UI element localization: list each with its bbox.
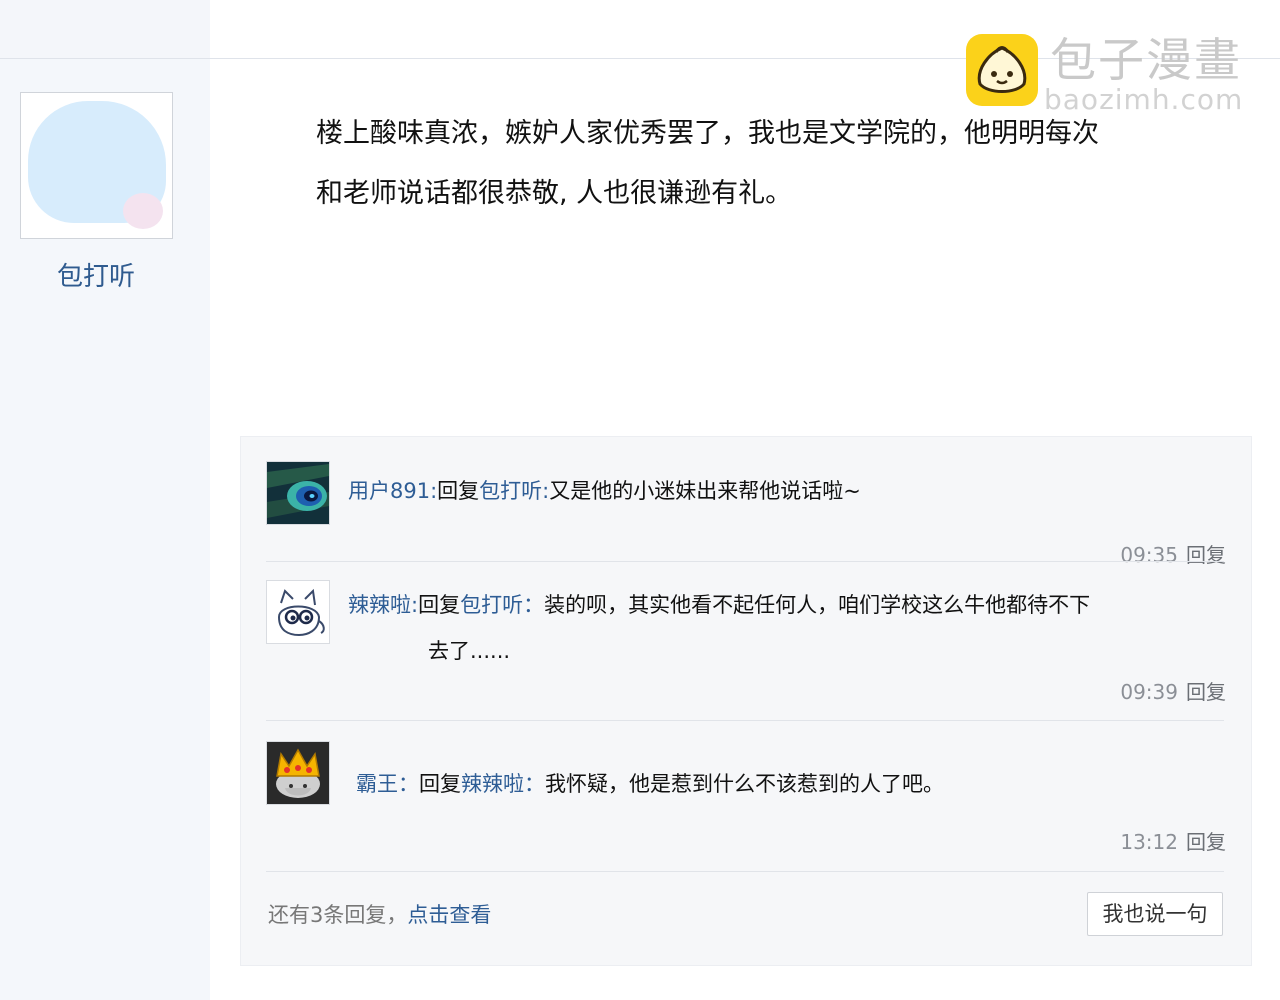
watermark: 包子漫畫 baozimh.com <box>966 34 1266 118</box>
reply-word: 回复 <box>419 772 461 796</box>
add-reply-button[interactable]: 我也说一句 <box>1087 892 1223 936</box>
reply-meta: 09:35 回复 <box>1120 539 1226 568</box>
more-replies-count: 还有3条回复， <box>268 903 408 927</box>
cartoon-cat-icon[interactable] <box>266 580 330 644</box>
reply-text-line-2: 去了...... <box>428 639 511 663</box>
watermark-en-text: baozimh.com <box>1044 83 1244 116</box>
reply-text-line-1: 我怀疑，他是惹到什么不该惹到的人了吧。 <box>545 772 944 796</box>
reply-time: 09:35 <box>1120 543 1178 567</box>
author-avatar[interactable] <box>20 92 173 239</box>
more-replies: 还有3条回复，点击查看 <box>268 899 491 929</box>
replies-box: 用户891:回复包打听:又是他的小迷妹出来帮他说话啦~ 09:35 回复 辣辣啦:… <box>240 436 1252 966</box>
reply-text-line-1: 装的呗，其实他看不起任何人，咱们学校这么牛他都待不下 <box>544 593 1091 617</box>
avatar-cheek <box>123 193 163 229</box>
author-name[interactable]: 包打听 <box>0 256 192 293</box>
reply-target-sep: ： <box>523 593 545 617</box>
reply-divider <box>266 561 1224 562</box>
reply-time: 09:39 <box>1120 680 1178 704</box>
peacock-feather-icon[interactable] <box>266 461 330 525</box>
crown-mushroom-icon[interactable] <box>266 741 330 805</box>
reply-meta: 09:39 回复 <box>1120 676 1226 705</box>
watermark-cn-text: 包子漫畫 <box>1050 33 1242 87</box>
reply-action-link[interactable]: 回复 <box>1186 680 1226 704</box>
reply-meta: 13:12 回复 <box>1120 826 1226 855</box>
reply-action-link[interactable]: 回复 <box>1186 543 1226 567</box>
reply-divider <box>266 720 1224 721</box>
baozi-logo-icon <box>966 34 1038 106</box>
reply-content: 霸王：回复辣辣啦：我怀疑，他是惹到什么不该惹到的人了吧。 <box>356 761 944 807</box>
reply-target-user[interactable]: 辣辣啦 <box>461 772 524 796</box>
reply-target-user[interactable]: 包打听 <box>479 479 542 503</box>
top-strip-left <box>0 0 210 58</box>
view-more-link[interactable]: 点击查看 <box>407 903 491 927</box>
reply-content: 辣辣啦:回复包打听：装的呗，其实他看不起任何人，咱们学校这么牛他都待不下 <box>348 582 1090 628</box>
post-body: 楼上酸味真浓，嫉妒人家优秀罢了，我也是文学院的，他明明每次 和老师说话都很恭敬,… <box>316 104 1216 224</box>
reply-target-sep: ： <box>524 772 545 796</box>
reply-username[interactable]: 辣辣啦 <box>348 593 411 617</box>
reply-divider <box>266 871 1224 872</box>
reply-username[interactable]: 霸王 <box>356 772 398 796</box>
reply-item: 辣辣啦:回复包打听：装的呗，其实他看不起任何人，咱们学校这么牛他都待不下 去了.… <box>266 580 1226 720</box>
reply-text-line-1: 又是他的小迷妹出来帮他说话啦~ <box>549 479 861 503</box>
reply-time: 13:12 <box>1120 830 1178 854</box>
reply-username-sep: ： <box>398 772 419 796</box>
reply-target-user[interactable]: 包打听 <box>460 593 523 617</box>
post-body-line-2: 和老师说话都很恭敬, 人也很谦逊有礼。 <box>316 178 793 209</box>
reply-word: 回复 <box>418 593 461 617</box>
reply-item: 霸王：回复辣辣啦：我怀疑，他是惹到什么不该惹到的人了吧。 13:12 回复 <box>266 741 1226 861</box>
reply-item: 用户891:回复包打听:又是他的小迷妹出来帮他说话啦~ 09:35 回复 <box>266 461 1226 567</box>
reply-word: 回复 <box>437 479 480 503</box>
reply-content: 用户891:回复包打听:又是他的小迷妹出来帮他说话啦~ <box>348 468 861 514</box>
reply-username[interactable]: 用户891 <box>348 479 430 503</box>
reply-action-link[interactable]: 回复 <box>1186 830 1226 854</box>
